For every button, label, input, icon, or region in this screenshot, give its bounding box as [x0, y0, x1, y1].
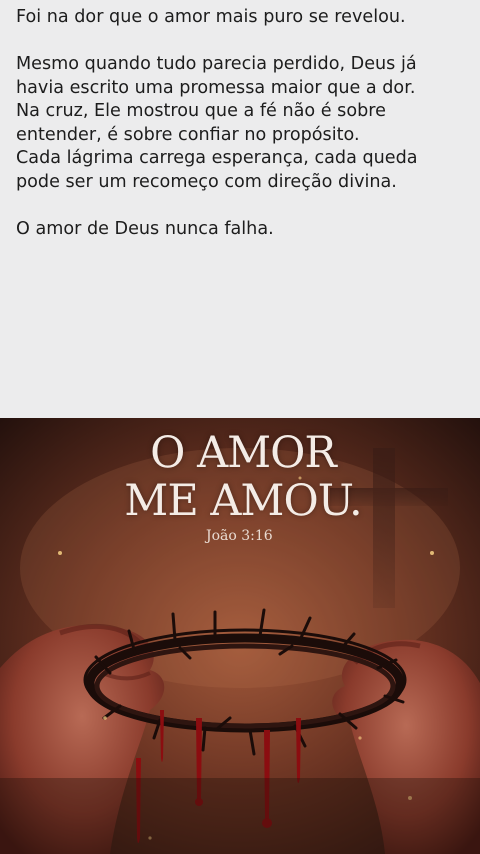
post-line: pode ser um recomeço com direção divina.	[16, 171, 397, 192]
post-text: Foi na dor que o amor mais puro se revel…	[16, 6, 472, 241]
image-title-line2: ME AMOU.	[124, 476, 362, 526]
post-line: havia escrito uma promessa maior que a d…	[16, 77, 416, 98]
post-line: entender, é sobre confiar no propósito.	[16, 124, 360, 145]
post-line: Cada lágrima carrega esperança, cada que…	[16, 148, 418, 168]
bible-reference: João 3:16	[206, 528, 273, 544]
post-image[interactable]: O AMOR ME AMOU. João 3:16	[0, 418, 480, 854]
post-line: Foi na dor que o amor mais puro se revel…	[16, 7, 406, 27]
post-line: O amor de Deus nunca falha.	[16, 218, 274, 239]
post-line: Mesmo quando tudo parecia perdido, Deus …	[16, 54, 417, 74]
post-line: Na cruz, Ele mostrou que a fé não é sobr…	[16, 101, 386, 121]
image-title-line1: O AMOR	[150, 428, 337, 478]
